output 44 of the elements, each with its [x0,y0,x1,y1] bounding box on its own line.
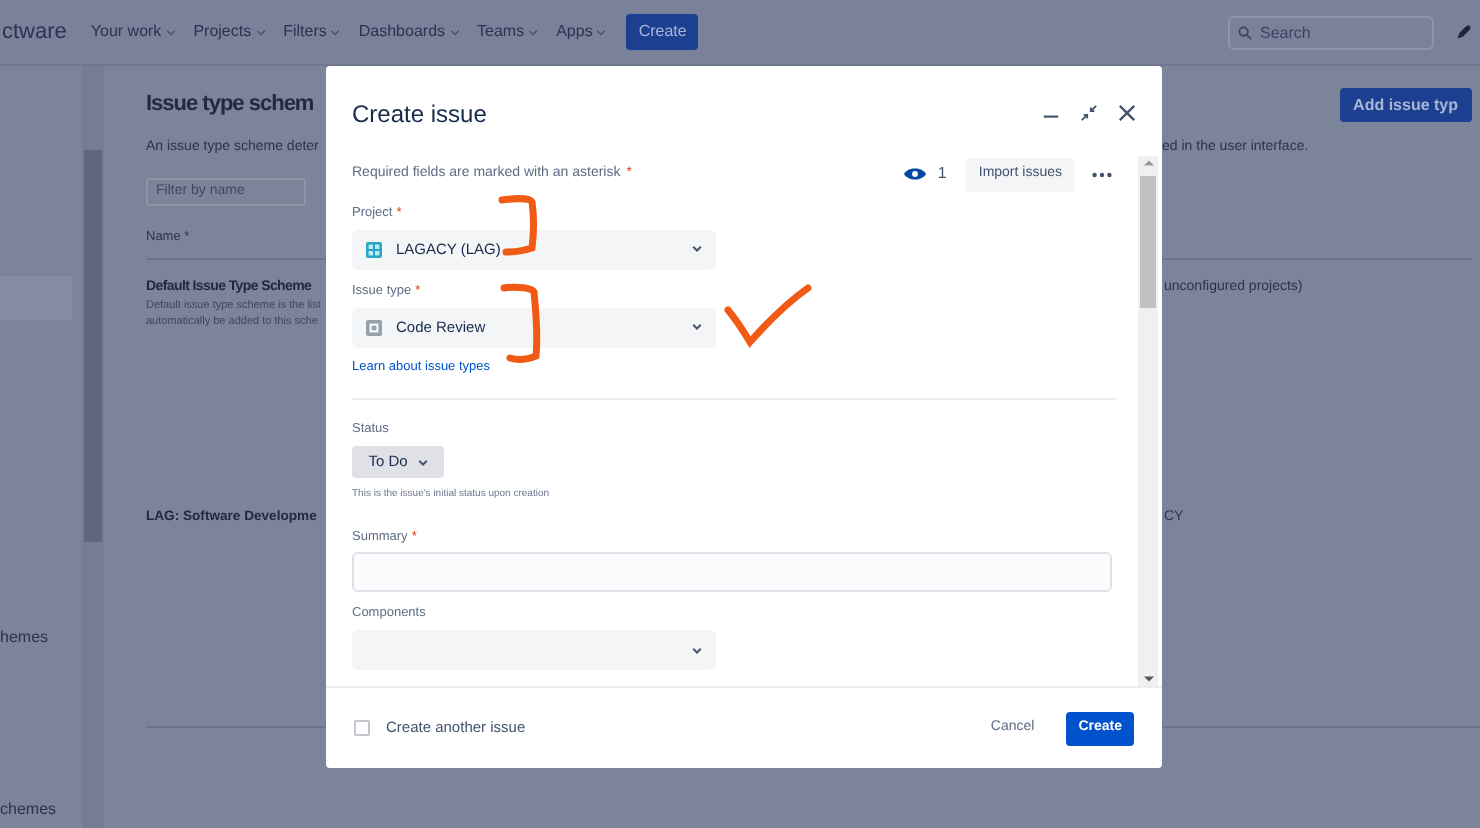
caret-icon [596,29,607,35]
nav-menu[interactable]: Teams [477,20,539,44]
scrollbar[interactable] [1138,156,1158,686]
grid-icon [366,241,382,258]
caret-icon [330,29,341,35]
caret-icon [449,29,460,35]
search-icon [1238,25,1252,39]
chevron-down-icon [692,324,702,330]
select-field[interactable] [352,630,716,670]
square-icon [366,319,382,335]
chevron-down-icon [417,459,428,465]
nav-menu[interactable]: Apps [556,20,607,44]
bracket-mark [500,283,541,363]
search-field[interactable]: Search [1228,15,1434,49]
sidebar-item[interactable]: chemes [0,798,57,822]
summary-input-field[interactable] [352,552,1112,593]
scroll-down-icon[interactable] [1143,676,1153,682]
caret-icon [528,29,539,35]
scrollbar-thumb[interactable] [84,150,102,542]
caret-icon [255,29,266,35]
chevron-down-icon [692,246,702,253]
collapse-icon[interactable] [1080,104,1098,122]
eye-icon[interactable] [903,166,926,182]
scrollbar[interactable] [82,66,104,828]
more-icon[interactable] [1092,171,1112,177]
checkbox[interactable] [354,720,370,736]
scroll-up-icon[interactable] [1143,160,1153,166]
nav-menu[interactable]: Dashboards [358,20,460,44]
nav-menu[interactable]: Filters [283,20,341,44]
create-button[interactable]: Create [626,14,699,50]
chevron-down-icon [692,647,702,653]
page-title: Issue type schem [146,90,314,120]
watcher-count: 1 [937,162,947,186]
nav-menu[interactable]: Projects [193,20,266,44]
brand-name: ctware [2,17,67,48]
nav-menu[interactable]: Your work [90,20,176,44]
add-issue-type-button[interactable]: Add issue typ [1339,88,1472,122]
caret-icon [165,29,176,35]
close-icon[interactable] [1118,104,1136,122]
dialog-title: Create issue [352,97,487,131]
scrollbar-thumb[interactable] [1140,176,1156,308]
bracket-mark [498,195,537,256]
sidebar-item[interactable]: hemes [0,626,49,650]
check-mark [724,284,812,346]
